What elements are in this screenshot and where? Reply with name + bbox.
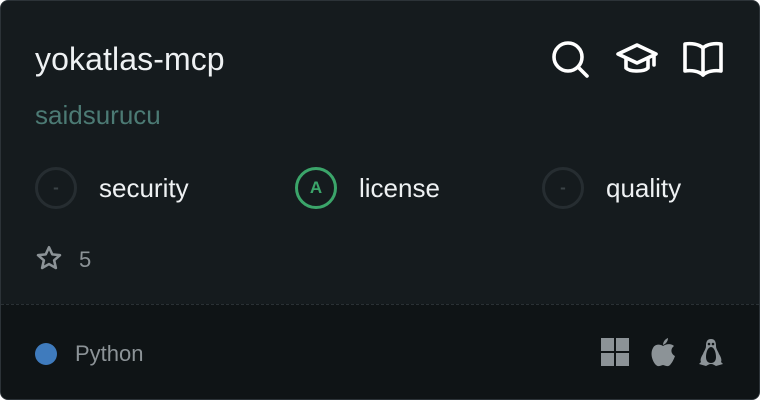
- quality-grade-badge: -: [542, 167, 584, 209]
- score-row: - security A license - quality: [35, 164, 727, 212]
- book-icon[interactable]: [681, 39, 725, 79]
- license-grade-badge: A: [295, 167, 337, 209]
- license-label: license: [359, 172, 440, 203]
- windows-icon: [601, 337, 629, 372]
- search-icon[interactable]: [549, 39, 593, 79]
- server-card[interactable]: yokatlas-mcp saidsurucu - security A lic…: [0, 0, 760, 400]
- card-owner[interactable]: saidsurucu: [35, 98, 161, 132]
- security-grade-badge: -: [35, 167, 77, 209]
- linux-icon: [697, 337, 725, 372]
- quality-score[interactable]: - quality: [542, 164, 681, 212]
- platform-icons: [601, 337, 725, 372]
- star-count-value: 5: [79, 247, 92, 272]
- star-icon: [35, 244, 63, 277]
- apple-icon: [649, 337, 677, 372]
- language-name: Python: [75, 341, 144, 366]
- security-score[interactable]: - security: [35, 164, 189, 212]
- language-color-dot: [35, 343, 57, 365]
- security-label: security: [99, 172, 189, 203]
- graduation-cap-icon[interactable]: [615, 39, 659, 79]
- language-indicator: Python: [35, 341, 144, 367]
- license-score[interactable]: A license: [295, 164, 440, 212]
- quality-label: quality: [606, 172, 682, 203]
- card-footer: Python: [1, 304, 759, 399]
- header-actions: [549, 39, 725, 79]
- star-count[interactable]: 5: [35, 245, 91, 275]
- card-title[interactable]: yokatlas-mcp: [35, 39, 225, 79]
